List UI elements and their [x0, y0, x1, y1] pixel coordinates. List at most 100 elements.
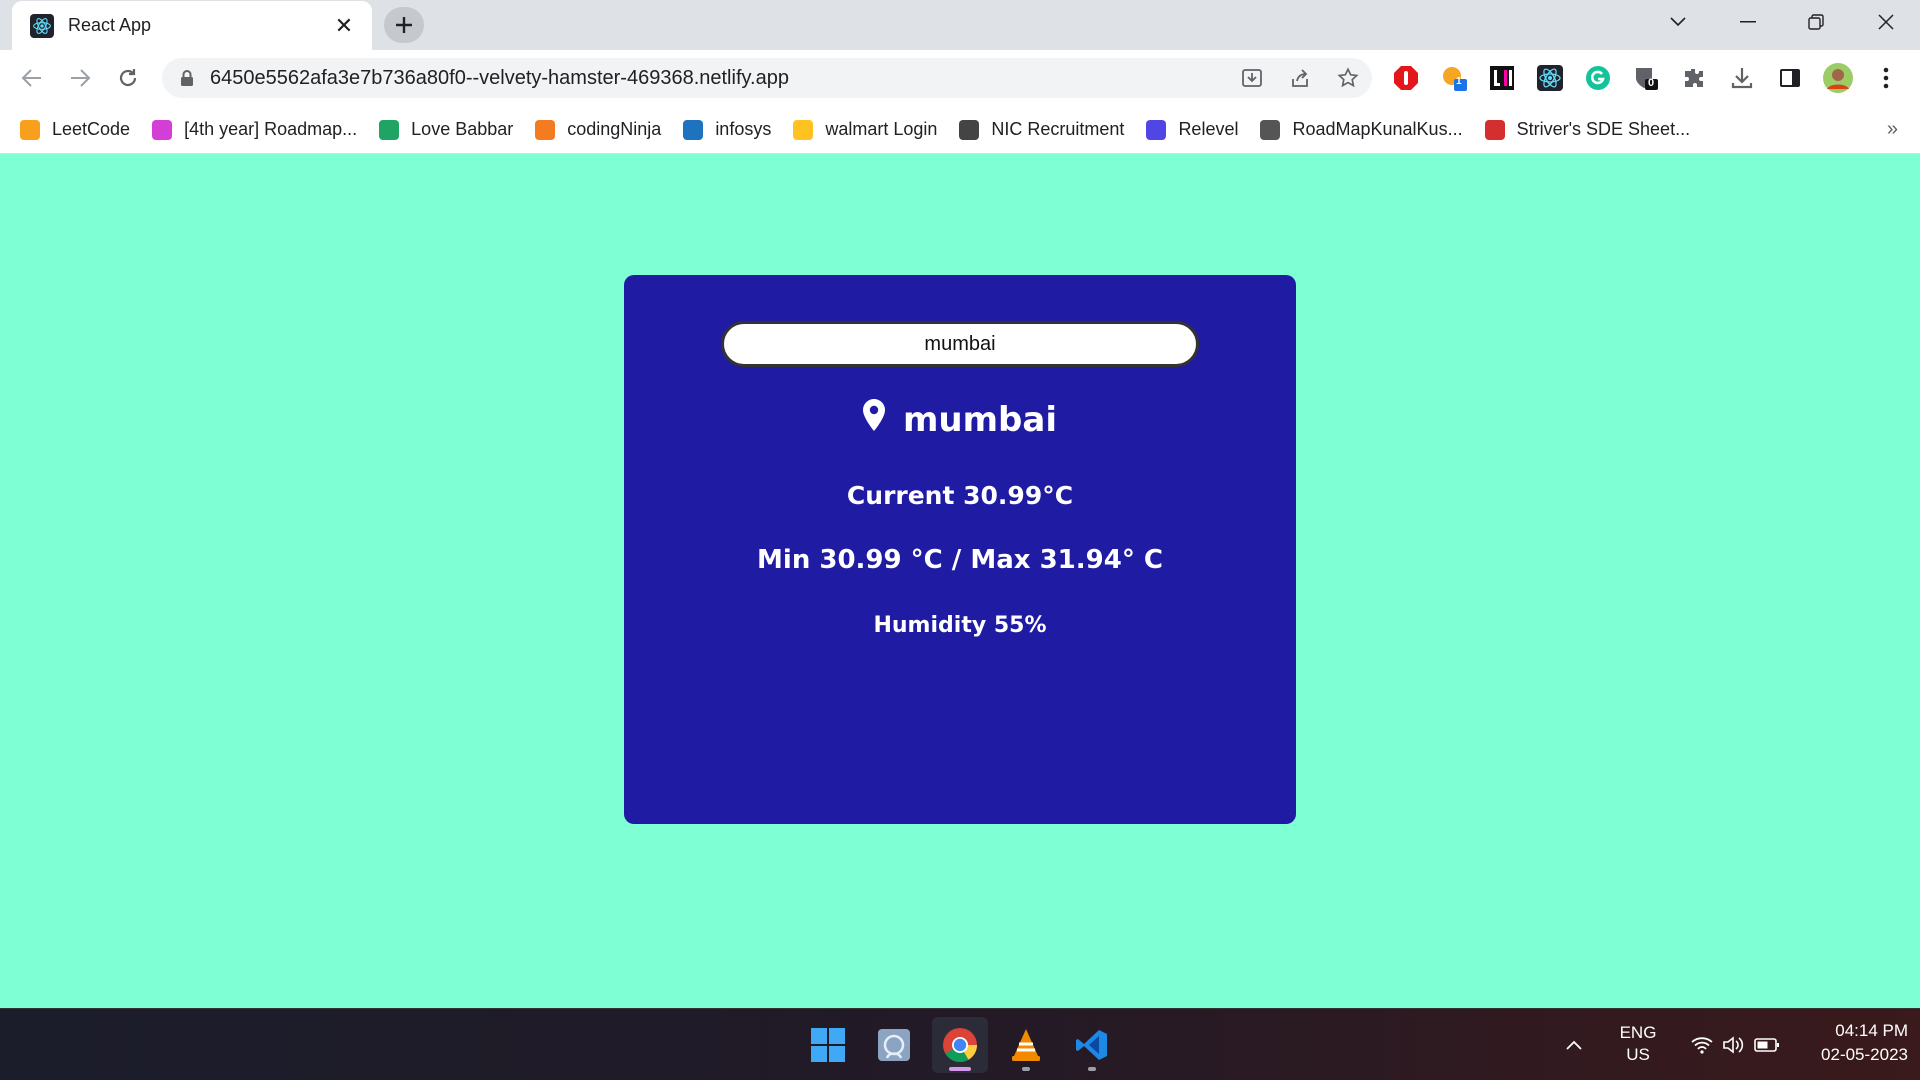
extensions-puzzle-icon[interactable]: [1678, 62, 1710, 94]
active-indicator: [949, 1067, 971, 1071]
forward-button[interactable]: [62, 60, 98, 96]
battery-icon: [1754, 1038, 1779, 1052]
bookmark-item[interactable]: Relevel: [1146, 119, 1238, 140]
min-max-temperature: Min 30.99 °C / Max 31.94° C: [757, 545, 1163, 575]
globe-icon: [959, 119, 980, 140]
bookmark-item[interactable]: infosys: [683, 119, 771, 140]
github-icon: [1260, 119, 1281, 140]
bookmark-item[interactable]: NIC Recruitment: [959, 119, 1124, 140]
city-search-input[interactable]: [721, 321, 1199, 367]
extension-shield-icon[interactable]: 0: [1630, 62, 1662, 94]
bookmark-label: Relevel: [1178, 119, 1239, 139]
windows-taskbar: ENG US 04:14 PM 02-05-2023: [0, 1008, 1920, 1080]
grammarly-icon[interactable]: [1582, 62, 1614, 94]
close-icon: [1878, 14, 1894, 30]
language-indicator[interactable]: ENG US: [1610, 1023, 1666, 1065]
arrow-left-icon: [21, 69, 41, 87]
plus-icon: [396, 17, 412, 33]
clock-date: 02-05-2023: [1821, 1045, 1908, 1064]
lighthouse-extension-icon[interactable]: [1486, 62, 1518, 94]
tab-strip: React App ✕: [0, 0, 1920, 50]
bookmark-item[interactable]: LeetCode: [20, 119, 130, 140]
reload-icon: [119, 69, 137, 87]
leetcode-icon: [20, 119, 40, 140]
running-indicator: [1022, 1067, 1030, 1071]
back-button[interactable]: [14, 60, 50, 96]
system-tray-status[interactable]: [1680, 1017, 1790, 1073]
volume-icon: [1723, 1036, 1744, 1054]
relevel-icon: [1146, 119, 1167, 140]
bookmark-item[interactable]: RoadMapKunalKus...: [1260, 119, 1463, 140]
downloads-icon[interactable]: [1726, 62, 1758, 94]
tab-close-icon[interactable]: ✕: [330, 13, 358, 39]
tuf-icon: [1484, 119, 1505, 140]
url-text: 6450e5562afa3e7b736a80f0--velvety-hamste…: [210, 66, 789, 89]
roadmap-icon: [152, 119, 173, 140]
bookmark-item[interactable]: walmart Login: [793, 119, 937, 140]
wifi-icon: [1691, 1037, 1713, 1054]
windows-start-icon[interactable]: [800, 1017, 856, 1073]
bookmarks-bar: LeetCode [4th year] Roadmap... Love Babbar…: [0, 106, 1920, 154]
bookmark-item[interactable]: [4th year] Roadmap...: [152, 119, 357, 140]
arrow-right-icon: [71, 69, 91, 87]
bookmark-label: Striver's SDE Sheet...: [1516, 119, 1691, 139]
bookmark-label: [4th year] Roadmap...: [184, 119, 358, 139]
chevron-down-icon: [1670, 17, 1686, 27]
location-row: mumbai: [624, 398, 1296, 440]
bookmark-label: Love Babbar: [411, 119, 514, 139]
city-name: mumbai: [903, 400, 1057, 440]
running-indicator: [1088, 1067, 1096, 1071]
current-temperature: Current 30.99°C: [846, 481, 1074, 510]
walmart-icon: [793, 119, 814, 140]
restore-button[interactable]: [1782, 0, 1850, 44]
weather-card: mumbai Current 30.99°C Min 30.99 °C / Ma…: [624, 275, 1296, 824]
tab-react-app[interactable]: React App ✕: [12, 1, 372, 50]
bookmark-star-icon[interactable]: [1324, 58, 1372, 98]
browser-toolbar: 6450e5562afa3e7b736a80f0--velvety-hamste…: [0, 50, 1920, 106]
extension-sun-icon[interactable]: 1: [1438, 62, 1470, 94]
tab-title: React App: [68, 15, 152, 35]
photos-app-icon[interactable]: [866, 1017, 922, 1073]
keyboard-layout: US: [1626, 1045, 1650, 1064]
tab-search-button[interactable]: [1644, 0, 1712, 44]
bookmarks-overflow-chevron-icon[interactable]: »: [1887, 118, 1898, 141]
address-bar[interactable]: 6450e5562afa3e7b736a80f0--velvety-hamste…: [162, 58, 1372, 98]
new-tab-button[interactable]: [384, 7, 424, 43]
react-devtools-icon[interactable]: [1534, 62, 1566, 94]
language-code: ENG: [1619, 1023, 1657, 1042]
bookmark-label: NIC Recruitment: [991, 119, 1125, 139]
bookmark-label: infosys: [715, 119, 772, 139]
bookmark-label: codingNinja: [567, 119, 662, 139]
google-drive-icon: [379, 119, 400, 140]
codingninja-icon: [535, 119, 556, 140]
side-panel-icon[interactable]: [1774, 62, 1806, 94]
bookmark-item[interactable]: Striver's SDE Sheet...: [1484, 119, 1691, 140]
bookmark-item[interactable]: Love Babbar: [379, 119, 513, 140]
chrome-app-icon[interactable]: [932, 1017, 988, 1073]
infosys-icon: [683, 119, 704, 140]
clock[interactable]: 04:14 PM 02-05-2023: [1798, 1021, 1908, 1065]
share-icon[interactable]: [1276, 58, 1324, 98]
show-hidden-icons-chevron-icon[interactable]: [1552, 1017, 1596, 1073]
close-window-button[interactable]: [1852, 0, 1920, 44]
adblock-extension-icon[interactable]: [1390, 62, 1422, 94]
humidity: Humidity 55%: [873, 613, 1047, 638]
bookmark-label: RoadMapKunalKus...: [1292, 119, 1463, 139]
minimize-icon: [1740, 21, 1756, 23]
vlc-app-icon[interactable]: [998, 1017, 1054, 1073]
extension-badge: 0: [1648, 77, 1655, 89]
map-pin-icon: [863, 398, 885, 436]
bookmark-item[interactable]: codingNinja: [535, 119, 661, 140]
react-icon: [30, 13, 54, 38]
minimize-button[interactable]: [1714, 0, 1782, 44]
bookmark-label: LeetCode: [52, 119, 131, 139]
profile-avatar[interactable]: [1822, 62, 1854, 94]
install-app-icon[interactable]: [1228, 58, 1276, 98]
clock-time: 04:14 PM: [1835, 1021, 1908, 1040]
vscode-app-icon[interactable]: [1064, 1017, 1120, 1073]
restore-icon: [1808, 14, 1824, 30]
reload-button[interactable]: [110, 60, 146, 96]
lock-icon: [181, 70, 193, 86]
bookmark-label: walmart Login: [825, 119, 938, 139]
menu-kebab-icon[interactable]: [1870, 62, 1902, 94]
